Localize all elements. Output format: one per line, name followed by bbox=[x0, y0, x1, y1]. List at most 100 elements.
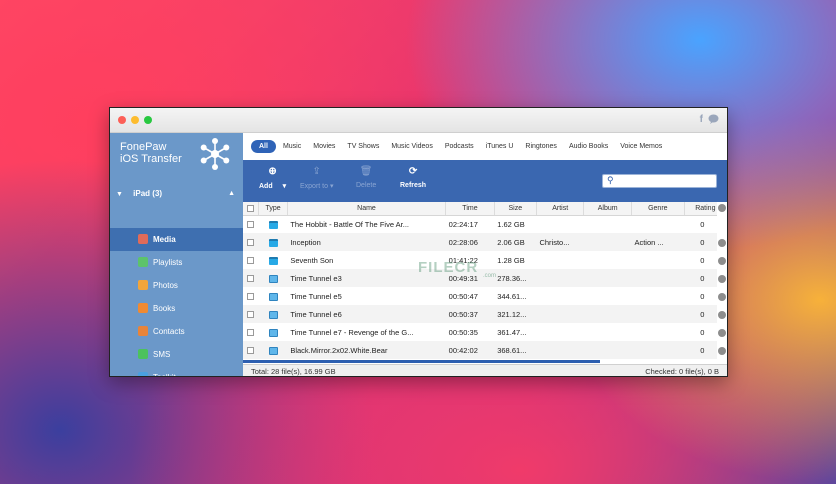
filter-podcasts[interactable]: Podcasts bbox=[440, 140, 479, 153]
sidebar-item-sms[interactable]: SMS bbox=[110, 343, 243, 366]
facebook-icon[interactable]: f bbox=[700, 114, 703, 125]
add-label: Add bbox=[259, 183, 273, 190]
row-checkbox[interactable] bbox=[247, 257, 255, 265]
row-checkbox-cell[interactable] bbox=[243, 305, 259, 323]
sidebar-item-label: Books bbox=[153, 304, 176, 313]
info-icon[interactable] bbox=[718, 293, 726, 301]
info-icon[interactable] bbox=[718, 257, 726, 265]
genre-cell bbox=[631, 287, 684, 305]
column-header-time[interactable]: Time bbox=[445, 202, 495, 216]
refresh-button[interactable]: ⟳ Refresh bbox=[400, 166, 426, 189]
row-checkbox[interactable] bbox=[247, 311, 255, 319]
row-checkbox[interactable] bbox=[247, 275, 255, 283]
add-button[interactable]: ⊕ Add ▾ bbox=[259, 166, 286, 190]
search-box[interactable]: ⚲ bbox=[602, 174, 717, 188]
row-checkbox[interactable] bbox=[247, 293, 255, 301]
sidebar-item-contacts[interactable]: Contacts bbox=[110, 320, 243, 343]
select-all-checkbox[interactable] bbox=[243, 202, 260, 216]
row-checkbox-cell[interactable] bbox=[243, 215, 259, 233]
chat-icon[interactable] bbox=[708, 114, 719, 127]
contacts-icon bbox=[138, 326, 148, 336]
filter-movies[interactable]: Movies bbox=[308, 140, 340, 153]
close-window-button[interactable] bbox=[118, 116, 126, 124]
album-cell bbox=[583, 269, 632, 287]
filter-all[interactable]: All bbox=[251, 140, 276, 153]
size-cell: 321.12... bbox=[494, 305, 537, 323]
expand-caret-icon[interactable]: ▼ bbox=[116, 186, 123, 204]
album-cell bbox=[583, 233, 632, 251]
table-row[interactable]: Black.Mirror.2x02.White.Bear 00:42:02 368.… bbox=[243, 341, 727, 359]
sidebar-item-photos[interactable]: Photos bbox=[110, 274, 243, 297]
info-icon[interactable] bbox=[718, 275, 726, 283]
dropdown-arrow-icon[interactable]: ▾ bbox=[330, 183, 334, 190]
sidebar-item-label: Photos bbox=[153, 281, 178, 290]
column-header-album[interactable]: Album bbox=[583, 202, 632, 216]
search-input[interactable] bbox=[618, 176, 713, 187]
eject-icon[interactable]: ▲ bbox=[228, 185, 235, 203]
filter-audio-books[interactable]: Audio Books bbox=[564, 140, 613, 153]
info-icon[interactable] bbox=[718, 239, 726, 247]
minimize-window-button[interactable] bbox=[131, 116, 139, 124]
table-row[interactable]: Seventh Son 01:41:22 1.28 GB 0 bbox=[243, 251, 727, 269]
sidebar-item-label: Media bbox=[153, 235, 176, 244]
device-label: iPad (3) bbox=[133, 189, 163, 198]
artist-cell: Christo... bbox=[536, 233, 584, 251]
filter-ringtones[interactable]: Ringtones bbox=[520, 140, 562, 153]
table-row[interactable]: The Hobbit - Battle Of The Five Ar... 02:… bbox=[243, 215, 727, 233]
sidebar-item-toolkit[interactable]: Toolkit bbox=[110, 366, 243, 376]
device-header[interactable]: ▼ iPad (3) ▲ bbox=[110, 185, 243, 203]
filter-music-videos[interactable]: Music Videos bbox=[386, 140, 438, 153]
sidebar-item-media[interactable]: Media bbox=[110, 228, 243, 251]
maximize-window-button[interactable] bbox=[144, 116, 152, 124]
dropdown-arrow-icon[interactable]: ▾ bbox=[283, 183, 287, 190]
size-cell: 278.36... bbox=[494, 269, 537, 287]
sidebar-item-books[interactable]: Books bbox=[110, 297, 243, 320]
main-panel: All Music Movies TV Shows Music Videos P… bbox=[243, 133, 727, 376]
row-checkbox[interactable] bbox=[247, 329, 255, 337]
type-cell bbox=[259, 287, 288, 305]
table-row[interactable]: Inception 02:28:06 2.06 GB Christo... Action… bbox=[243, 233, 727, 251]
info-icon[interactable] bbox=[718, 329, 726, 337]
column-header-name[interactable]: Name bbox=[287, 202, 447, 216]
filter-music[interactable]: Music bbox=[278, 140, 306, 153]
row-checkbox-cell[interactable] bbox=[243, 269, 259, 287]
info-icon[interactable] bbox=[718, 204, 726, 212]
row-checkbox[interactable] bbox=[247, 239, 255, 247]
filter-voice-memos[interactable]: Voice Memos bbox=[615, 140, 667, 153]
movie-file-icon bbox=[268, 220, 278, 229]
info-icon[interactable] bbox=[718, 311, 726, 319]
vertical-scrollbar[interactable] bbox=[717, 202, 727, 360]
row-checkbox-cell[interactable] bbox=[243, 251, 259, 269]
filter-tv-shows[interactable]: TV Shows bbox=[342, 140, 384, 153]
table-row[interactable]: Time Tunnel e7 - Revenge of the G... 00:5… bbox=[243, 323, 727, 341]
column-header-genre[interactable]: Genre bbox=[631, 202, 685, 216]
horizontal-scrollbar[interactable] bbox=[243, 360, 600, 363]
artist-cell bbox=[536, 287, 584, 305]
export-button[interactable]: ⇪ Export to ▾ bbox=[300, 166, 333, 190]
genre-cell bbox=[631, 269, 685, 287]
row-checkbox[interactable] bbox=[247, 347, 255, 355]
row-checkbox-cell[interactable] bbox=[243, 341, 259, 359]
checked-files-status: Checked: 0 file(s), 0 B bbox=[645, 367, 719, 376]
info-icon[interactable] bbox=[718, 347, 726, 355]
genre-cell bbox=[631, 305, 685, 323]
column-header-size[interactable]: Size bbox=[494, 202, 537, 216]
export-label: Export to bbox=[300, 183, 329, 190]
books-icon bbox=[138, 303, 148, 313]
row-checkbox-cell[interactable] bbox=[243, 323, 259, 341]
refresh-label: Refresh bbox=[400, 182, 427, 189]
table-row[interactable]: Time Tunnel e5 00:50:47 344.61... 0 bbox=[243, 287, 727, 305]
search-icon: ⚲ bbox=[607, 175, 614, 185]
row-checkbox[interactable] bbox=[247, 221, 255, 229]
tv-file-icon bbox=[268, 328, 278, 337]
album-cell bbox=[583, 305, 632, 323]
column-header-type[interactable]: Type bbox=[258, 202, 288, 216]
column-header-artist[interactable]: Artist bbox=[536, 202, 585, 216]
row-checkbox-cell[interactable] bbox=[243, 287, 259, 305]
delete-button[interactable]: 🗑 Delete bbox=[356, 166, 376, 189]
table-row[interactable]: Time Tunnel e6 00:50:37 321.12... 0 bbox=[243, 305, 727, 323]
filter-itunes-u[interactable]: iTunes U bbox=[481, 140, 519, 153]
row-checkbox-cell[interactable] bbox=[243, 233, 259, 251]
name-cell: Time Tunnel e5 bbox=[290, 291, 342, 301]
sidebar-item-playlists[interactable]: Playlists bbox=[110, 251, 243, 274]
